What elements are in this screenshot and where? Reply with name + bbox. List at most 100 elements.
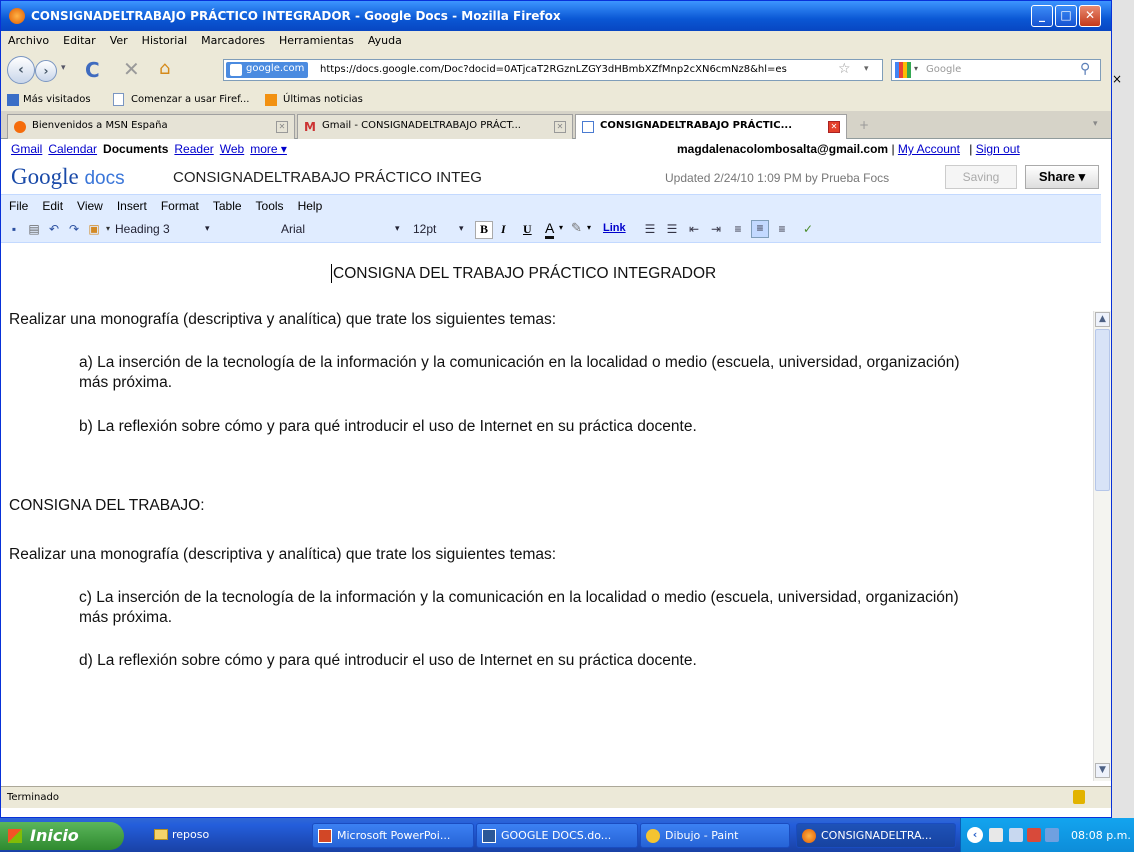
- link-calendar[interactable]: Calendar: [48, 142, 97, 156]
- template-dropdown-icon[interactable]: ▾: [101, 222, 115, 236]
- task-word[interactable]: GOOGLE DOCS.do...: [476, 823, 638, 848]
- bold-button[interactable]: B: [475, 221, 493, 239]
- bookmark-star-icon[interactable]: ☆: [838, 61, 851, 77]
- numbered-list-icon[interactable]: ☰: [643, 222, 657, 236]
- url-dropdown-icon[interactable]: ▾: [864, 64, 869, 74]
- my-account-link[interactable]: My Account: [898, 142, 960, 156]
- redo-icon[interactable]: ↷: [67, 222, 81, 236]
- menu-table[interactable]: Table: [205, 195, 248, 213]
- close-button[interactable]: ✕: [1079, 5, 1101, 27]
- menu-ver[interactable]: Ver: [103, 31, 135, 47]
- scroll-down-icon[interactable]: ▼: [1095, 763, 1110, 778]
- share-button[interactable]: Share ▾: [1025, 165, 1099, 189]
- menu-archivo[interactable]: Archivo: [1, 31, 56, 47]
- google-engine-icon[interactable]: [895, 62, 911, 78]
- site-identity-chip[interactable]: google.com: [226, 62, 309, 78]
- tray-icon[interactable]: [1045, 828, 1059, 842]
- search-input[interactable]: Google: [926, 64, 961, 75]
- text-color-icon[interactable]: A: [545, 220, 555, 239]
- engine-dropdown-icon[interactable]: ▾: [914, 64, 918, 73]
- menu-editar[interactable]: Editar: [56, 31, 103, 47]
- underline-button[interactable]: U: [523, 222, 532, 237]
- document-body[interactable]: CONSIGNA DEL TRABAJO PRÁCTICO INTEGRADOR…: [1, 244, 1089, 764]
- font-size-select[interactable]: 12pt ▾: [413, 222, 471, 240]
- menu-insert[interactable]: Insert: [109, 195, 153, 213]
- home-icon[interactable]: ⌂: [159, 58, 170, 79]
- link-more[interactable]: more ▾: [250, 142, 287, 156]
- highlight-icon[interactable]: ✎: [571, 220, 582, 236]
- scroll-thumb[interactable]: [1095, 329, 1110, 491]
- menu-format[interactable]: Format: [153, 195, 205, 213]
- spellcheck-icon[interactable]: ✓: [801, 222, 815, 236]
- forward-button[interactable]: ›: [35, 60, 57, 82]
- undo-icon[interactable]: ↶: [47, 222, 61, 236]
- link-gmail[interactable]: Gmail: [11, 142, 42, 156]
- print-icon[interactable]: ▤: [27, 222, 41, 236]
- scroll-up-icon[interactable]: ▲: [1095, 312, 1110, 327]
- menu-edit[interactable]: Edit: [34, 195, 69, 213]
- menu-historial[interactable]: Historial: [135, 31, 194, 47]
- chevron-down-icon[interactable]: ▾: [587, 223, 591, 232]
- stop-icon[interactable]: ✕: [123, 57, 140, 81]
- menu-help[interactable]: Help: [290, 195, 329, 213]
- align-right-icon[interactable]: ≡: [775, 222, 789, 236]
- task-reposo[interactable]: reposo: [148, 823, 296, 848]
- bulleted-list-icon[interactable]: ☰: [665, 222, 679, 236]
- tray-icon[interactable]: [989, 828, 1003, 842]
- close-tab-icon[interactable]: ✕: [828, 121, 840, 133]
- increase-indent-icon[interactable]: ⇥: [709, 222, 723, 236]
- save-button[interactable]: Saving: [945, 165, 1017, 189]
- close-tab-icon[interactable]: ✕: [554, 121, 566, 133]
- document-title[interactable]: CONSIGNADELTRABAJO PRÁCTICO INTEG: [173, 169, 513, 186]
- italic-button[interactable]: I: [501, 222, 506, 237]
- link-button[interactable]: Link: [603, 222, 626, 234]
- chevron-down-icon[interactable]: ▾: [559, 223, 563, 232]
- task-paint[interactable]: Dibujo - Paint: [640, 823, 790, 848]
- google-docs-logo[interactable]: Google docs: [11, 164, 125, 190]
- menu-tools[interactable]: Tools: [248, 195, 290, 213]
- menu-view[interactable]: View: [69, 195, 109, 213]
- search-box[interactable]: ▾ Google ⚲: [891, 59, 1101, 81]
- title-bar[interactable]: CONSIGNADELTRABAJO PRÁCTICO INTEGRADOR -…: [1, 1, 1111, 31]
- task-firefox[interactable]: CONSIGNADELTRA...: [796, 823, 956, 848]
- menu-ayuda[interactable]: Ayuda: [361, 31, 409, 47]
- task-powerpoint[interactable]: Microsoft PowerPoi...: [312, 823, 474, 848]
- tab-list-icon[interactable]: ▾: [1093, 119, 1098, 129]
- sign-out-link[interactable]: Sign out: [976, 142, 1020, 156]
- msn-icon: [14, 121, 26, 133]
- link-reader[interactable]: Reader: [174, 142, 213, 156]
- link-web[interactable]: Web: [220, 142, 244, 156]
- address-bar[interactable]: google.com https://docs.google.com/Doc?d…: [223, 59, 883, 81]
- paragraph-style-select[interactable]: Heading 3 ▾: [115, 222, 219, 240]
- new-tab-button[interactable]: +: [859, 118, 869, 132]
- menu-herramientas[interactable]: Herramientas: [272, 31, 361, 47]
- bookmark-mas-visitados[interactable]: Más visitados: [23, 94, 91, 105]
- save-icon[interactable]: ▪: [7, 222, 21, 236]
- tab-gmail[interactable]: M Gmail - CONSIGNADELTRABAJO PRÁCT... ✕: [297, 114, 573, 139]
- history-dropdown-icon[interactable]: ▾: [61, 63, 66, 73]
- lock-icon[interactable]: [1073, 790, 1085, 804]
- maximize-button[interactable]: □: [1055, 5, 1077, 27]
- tab-google-docs[interactable]: CONSIGNADELTRABAJO PRÁCTIC... ✕: [575, 114, 847, 139]
- close-tab-icon[interactable]: ✕: [276, 121, 288, 133]
- bookmark-comenzar[interactable]: Comenzar a usar Firef...: [131, 94, 249, 105]
- menu-file[interactable]: File: [1, 195, 34, 213]
- start-button[interactable]: Inicio: [0, 822, 124, 850]
- font-select[interactable]: Arial ▾: [281, 222, 409, 240]
- tray-expand-icon[interactable]: ‹: [967, 827, 983, 843]
- section-heading: CONSIGNA DEL TRABAJO:: [9, 497, 205, 514]
- template-icon[interactable]: ▣: [87, 222, 101, 236]
- tray-icon[interactable]: [1027, 828, 1041, 842]
- decrease-indent-icon[interactable]: ⇤: [687, 222, 701, 236]
- document-scrollbar[interactable]: ▲ ▼: [1093, 311, 1111, 781]
- menu-marcadores[interactable]: Marcadores: [194, 31, 272, 47]
- minimize-button[interactable]: _: [1031, 5, 1053, 27]
- tab-msn[interactable]: Bienvenidos a MSN España ✕: [7, 114, 295, 139]
- reload-icon[interactable]: C: [85, 58, 100, 82]
- tray-icon[interactable]: [1009, 828, 1023, 842]
- back-button[interactable]: ‹: [7, 56, 35, 84]
- align-center-icon[interactable]: ≡: [751, 220, 769, 238]
- bookmark-ultimas-noticias[interactable]: Últimas noticias: [283, 94, 363, 105]
- align-left-icon[interactable]: ≡: [731, 222, 745, 236]
- search-icon[interactable]: ⚲: [1080, 61, 1090, 77]
